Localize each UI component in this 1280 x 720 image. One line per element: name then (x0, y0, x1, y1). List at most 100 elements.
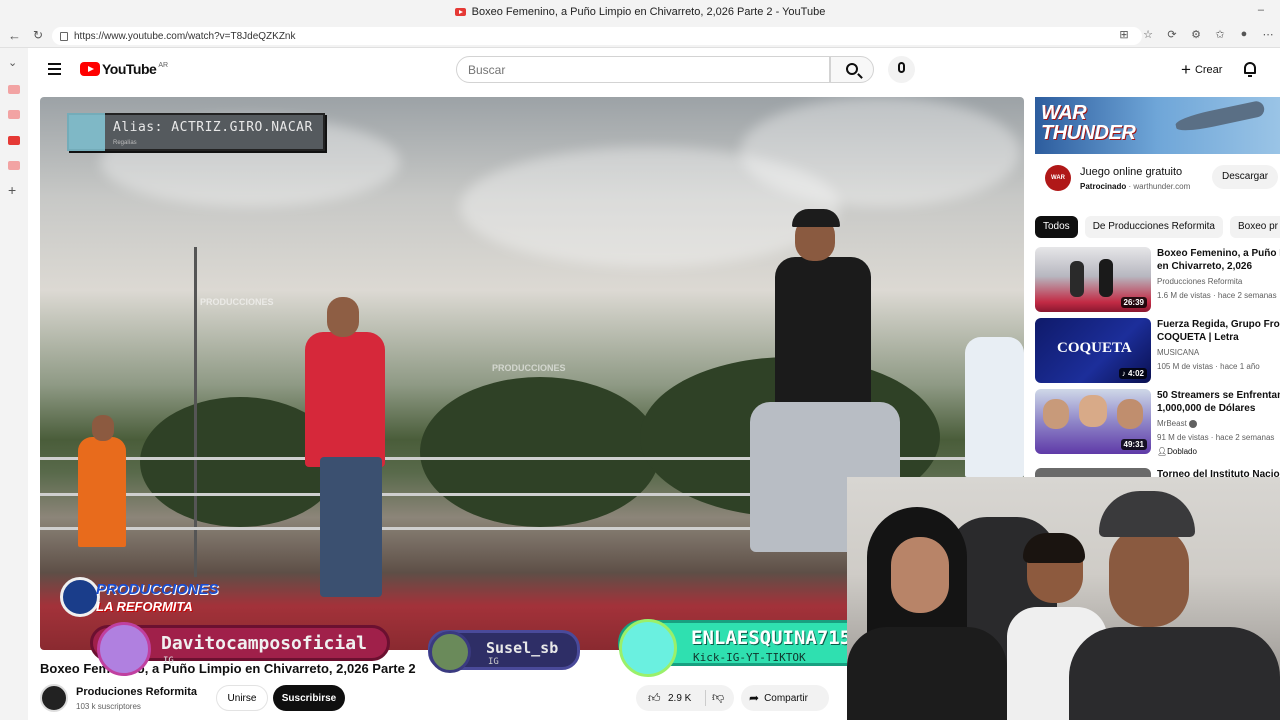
recommended-video[interactable]: 49:31 50 Streamers se Enfrentan por1,000… (1035, 389, 1280, 456)
channel-watermark: PRODUCCIONES (492, 363, 566, 373)
new-tab-icon[interactable]: + (8, 182, 16, 198)
subscriber-count: 103 k suscriptores (76, 702, 141, 711)
minimize-button[interactable]: – (1258, 4, 1264, 16)
alias-overlay: Alias: ACTRIZ.GIRO.NACAR Regalías (67, 113, 325, 151)
voice-search-button[interactable] (888, 56, 915, 83)
channel-name: MrBeast (1157, 419, 1198, 428)
window-titlebar: Boxeo Femenino, a Puño Limpio en Chivarr… (0, 0, 1280, 24)
profile-icon[interactable]: ● (1232, 28, 1256, 41)
logo-word: YouTube (102, 61, 157, 77)
streamer-tag: Susel_sb IG (428, 630, 580, 673)
channel-logo-overlay: PRODUCCIONES LA REFORMITA (60, 577, 220, 621)
streamer-name: Davitocamposoficial (161, 633, 367, 654)
streamer-sub: Kick-IG-YT-TIKTOK (693, 651, 806, 664)
advertiser-logo-icon: WAR THUNDER (1045, 165, 1074, 207)
apps-icon[interactable]: ⊞ (1112, 28, 1136, 41)
url-text: https://www.youtube.com/watch?v=T8JdeQZK… (74, 30, 296, 42)
video-duration: 26:39 (1120, 297, 1147, 308)
ad-banner-text: THUNDER (1041, 122, 1136, 144)
more-icon[interactable]: ⋯ (1256, 28, 1280, 41)
country-code: AR (158, 61, 169, 69)
streamer-avatar (97, 622, 151, 676)
back-icon[interactable]: ← (8, 28, 21, 43)
chip-related[interactable]: Boxeo pr (1229, 216, 1280, 238)
channel-name[interactable]: Produciones Reformita (76, 686, 197, 698)
video-meta: 1.6 M de vistas · hace 2 semanas (1157, 291, 1277, 300)
channel-name: Producciones Reformita (1157, 277, 1243, 286)
video-meta: 105 M de vistas · hace 1 año (1157, 362, 1260, 371)
address-bar-row: ← ↻ https://www.youtube.com/watch?v=T8Jd… (0, 24, 1280, 48)
sidebar-tab-icon[interactable] (8, 161, 20, 170)
window-title: Boxeo Femenino, a Puño Limpio en Chivarr… (471, 6, 826, 18)
ad-banner[interactable]: WAR THUNDER (1035, 97, 1280, 154)
sidebar-tab-icon[interactable] (8, 85, 20, 94)
video-title: 50 Streamers se Enfrentan por1,000,000 d… (1157, 390, 1280, 414)
ad-banner-text: WAR (1041, 102, 1087, 124)
streamer-sub: IG (488, 657, 499, 667)
alias-text: Alias: ACTRIZ.GIRO.NACAR (113, 120, 313, 135)
channel-watermark: PRODUCCIONES (200, 297, 274, 307)
logo-line-1: PRODUCCIONES (96, 581, 219, 598)
alias-subtext: Regalías (113, 140, 137, 146)
microphone-icon (898, 62, 905, 73)
like-icon[interactable]: 👍︎ (648, 691, 661, 706)
address-bar-icons: ⊞ ☆ ⟳ ⚙ ✩ ● ⋯ (1112, 28, 1280, 41)
person-icon: 👤︎ (1157, 447, 1168, 456)
streamer-avatar (429, 631, 471, 673)
verified-icon (1189, 419, 1198, 428)
video-duration: 49:31 (1120, 439, 1147, 450)
reload-icon[interactable]: ↻ (33, 28, 43, 42)
streamer-sub: IG (163, 656, 174, 666)
webcam-overlay (847, 477, 1280, 720)
create-button[interactable]: + Crear (1171, 56, 1233, 83)
recommended-video[interactable]: 26:39 Boxeo Femenino, a Puño Limpioen Ch… (1035, 247, 1280, 313)
url-bar[interactable]: https://www.youtube.com/watch?v=T8JdeQZK… (52, 27, 1142, 45)
youtube-logo[interactable]: YouTube AR (80, 61, 168, 77)
ad-info[interactable]: WAR THUNDER Juego online gratuito Patroc… (1035, 154, 1280, 207)
share-label: Compartir (764, 692, 808, 704)
video-thumbnail[interactable]: 26:39 (1035, 247, 1151, 312)
menu-icon[interactable] (48, 63, 61, 75)
plus-icon: + (1181, 60, 1191, 79)
logo-line-2: LA REFORMITA (96, 599, 193, 614)
subscribe-button[interactable]: Suscribirse (273, 685, 345, 711)
browser-sidebar: ⌄ + (0, 48, 28, 720)
share-icon: ➦ (749, 691, 760, 705)
ad-download-button[interactable]: Descargar (1212, 165, 1279, 189)
recommended-video[interactable]: COQUETA ♪ 4:02 Fuerza Regida, Grupo Fron… (1035, 318, 1280, 384)
sidebar-collapse-icon[interactable]: ⌄ (8, 56, 17, 69)
sidebar-tab-icon[interactable] (8, 110, 20, 119)
notifications-icon[interactable] (1243, 61, 1257, 77)
video-thumbnail[interactable]: COQUETA ♪ 4:02 (1035, 318, 1151, 383)
filter-chips: Todos De Producciones Reformita Boxeo pr (1035, 216, 1280, 238)
refresh-extension-icon[interactable]: ⟳ (1160, 28, 1184, 41)
thumbnail-text: COQUETA (1057, 340, 1132, 356)
search-button[interactable] (830, 56, 874, 83)
video-thumbnail[interactable]: 49:31 (1035, 389, 1151, 454)
join-button[interactable]: Unirse (216, 685, 268, 711)
favorites-icon[interactable]: ✩ (1208, 28, 1232, 41)
video-title: Fuerza Regida, Grupo Frontera -COQUETA |… (1157, 319, 1280, 343)
extensions-icon[interactable]: ⚙ (1184, 28, 1208, 41)
youtube-header: YouTube AR + Crear (28, 48, 1280, 92)
favorite-icon[interactable]: ☆ (1136, 28, 1160, 41)
chip-todos[interactable]: Todos (1035, 216, 1078, 238)
page-info-icon[interactable] (60, 31, 68, 41)
share-button[interactable]: ➦ Compartir (741, 685, 829, 711)
video-duration: ♪ 4:02 (1118, 368, 1147, 379)
chip-channel[interactable]: De Producciones Reformita (1084, 216, 1223, 238)
video-title: Boxeo Femenino, a Puño Limpio en Chivarr… (40, 661, 416, 676)
dislike-icon[interactable]: 👎︎ (712, 690, 724, 705)
channel-name: MUSICANA (1157, 348, 1200, 357)
like-dislike-group: 👍︎ 2.9 K 👎︎ (636, 685, 734, 711)
channel-avatar[interactable] (40, 684, 68, 712)
search-input[interactable] (456, 56, 830, 83)
youtube-play-icon (80, 62, 100, 76)
streamer-tag: Davitocamposoficial IG (90, 622, 390, 676)
youtube-favicon-icon (454, 8, 466, 16)
sidebar-tab-icon[interactable] (8, 136, 20, 145)
ad-title: Juego online gratuito (1080, 166, 1183, 178)
create-label: Crear (1194, 63, 1223, 76)
like-count[interactable]: 2.9 K (668, 693, 691, 704)
ad-sponsor: Patrocinado · warthunder.com (1080, 182, 1191, 191)
